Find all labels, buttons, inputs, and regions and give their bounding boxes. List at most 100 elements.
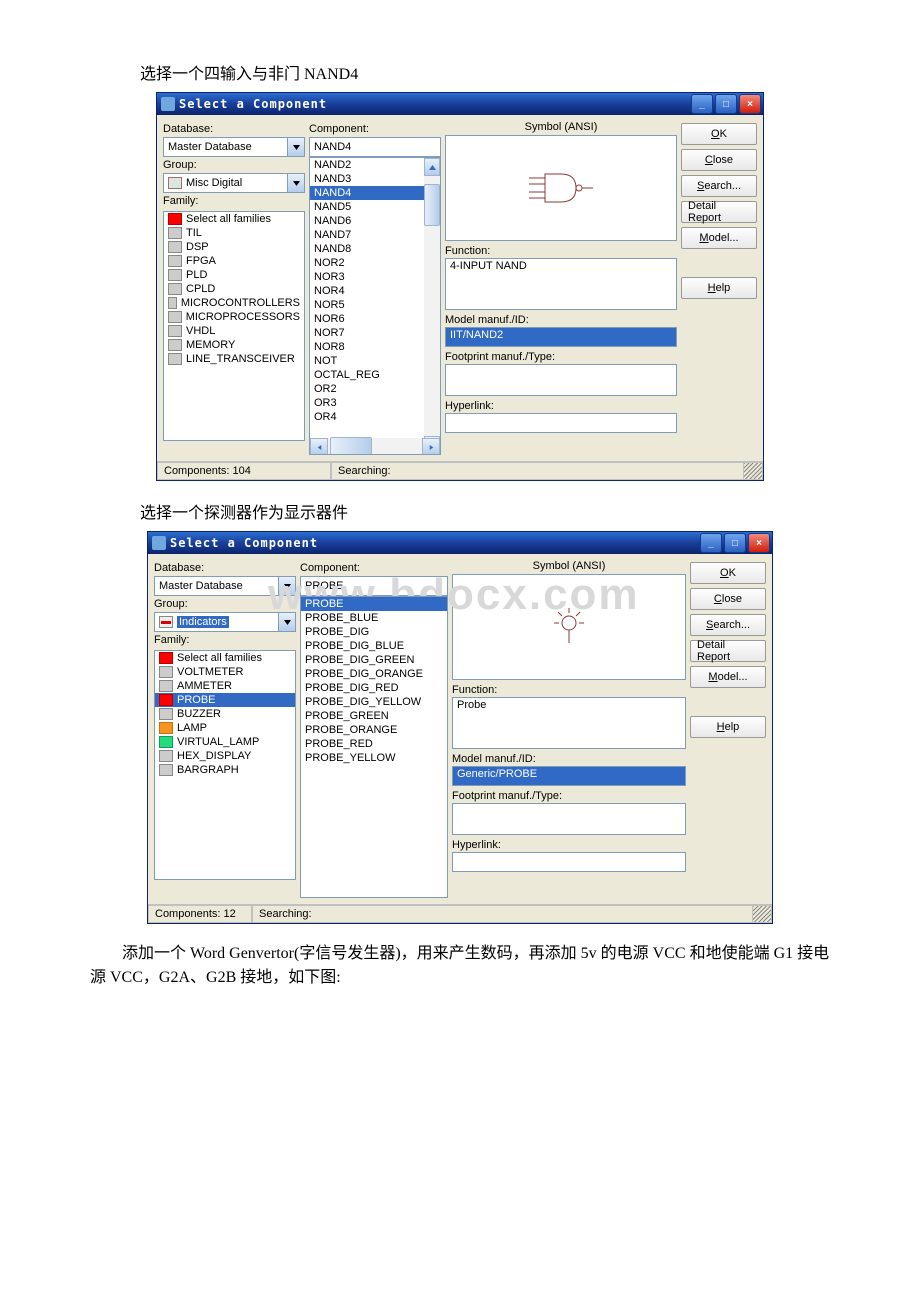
family-item[interactable]: PROBE [155, 693, 295, 707]
ok-button[interactable]: OK [690, 562, 766, 584]
component-item[interactable]: NAND3 [310, 172, 440, 186]
component-item[interactable]: NAND8 [310, 242, 440, 256]
family-item[interactable]: MICROPROCESSORS [164, 310, 304, 324]
family-item[interactable]: FPGA [164, 254, 304, 268]
family-item[interactable]: AMMETER [155, 679, 295, 693]
family-item[interactable]: BARGRAPH [155, 763, 295, 777]
component-item[interactable]: PROBE_DIG [301, 625, 447, 639]
detail-report-button[interactable]: Detail Report [681, 201, 757, 223]
footprint-box[interactable] [445, 364, 677, 396]
component-item[interactable]: NOR5 [310, 298, 440, 312]
model-button[interactable]: Model... [681, 227, 757, 249]
family-item[interactable]: PLD [164, 268, 304, 282]
component-listbox[interactable]: NAND2NAND3NAND4NAND5NAND6NAND7NAND8NOR2N… [309, 157, 441, 455]
family-item[interactable]: LINE_TRANSCEIVER [164, 352, 304, 366]
database-combo[interactable]: Master Database [154, 576, 296, 596]
component-item[interactable]: NAND7 [310, 228, 440, 242]
family-item[interactable]: DSP [164, 240, 304, 254]
family-item[interactable]: MEMORY [164, 338, 304, 352]
family-listbox[interactable]: Select all familiesTILDSPFPGAPLDCPLDMICR… [163, 211, 305, 441]
titlebar[interactable]: Select a Component _ □ × [148, 532, 772, 554]
chevron-down-icon[interactable] [278, 613, 295, 631]
component-item[interactable]: NOR8 [310, 340, 440, 354]
maximize-button[interactable]: □ [715, 94, 737, 114]
model-box[interactable]: IIT/NAND2 [445, 327, 677, 347]
family-item[interactable]: VIRTUAL_LAMP [155, 735, 295, 749]
scrollbar-v[interactable] [424, 158, 440, 454]
maximize-button[interactable]: □ [724, 533, 746, 553]
component-item[interactable]: OCTAL_REG [310, 368, 440, 382]
component-item[interactable]: PROBE_DIG_RED [301, 681, 447, 695]
database-combo[interactable]: Master Database [163, 137, 305, 157]
family-item[interactable]: VOLTMETER [155, 665, 295, 679]
minimize-button[interactable]: _ [691, 94, 713, 114]
component-item[interactable]: NAND6 [310, 214, 440, 228]
family-item[interactable]: LAMP [155, 721, 295, 735]
chevron-down-icon[interactable] [278, 577, 295, 595]
component-item[interactable]: OR2 [310, 382, 440, 396]
component-input[interactable] [300, 576, 448, 596]
close-button[interactable]: Close [690, 588, 766, 610]
component-item[interactable]: PROBE_GREEN [301, 709, 447, 723]
group-combo[interactable]: Indicators [154, 612, 296, 632]
component-item[interactable]: PROBE_ORANGE [301, 723, 447, 737]
help-button[interactable]: Help [681, 277, 757, 299]
family-item[interactable]: Select all families [164, 212, 304, 226]
resize-grip[interactable] [753, 905, 772, 923]
component-input[interactable] [309, 137, 441, 157]
component-item[interactable]: NOR6 [310, 312, 440, 326]
minimize-button[interactable]: _ [700, 533, 722, 553]
scroll-right-icon[interactable] [422, 438, 440, 455]
family-item[interactable]: Select all families [155, 651, 295, 665]
hyperlink-box[interactable] [445, 413, 677, 433]
component-item[interactable]: NOR7 [310, 326, 440, 340]
search-button[interactable]: Search... [690, 614, 766, 636]
detail-report-button[interactable]: Detail Report [690, 640, 766, 662]
ok-button[interactable]: OOKK [681, 123, 757, 145]
component-item[interactable]: PROBE_DIG_BLUE [301, 639, 447, 653]
component-item[interactable]: NOR3 [310, 270, 440, 284]
group-combo[interactable]: Misc Digital [163, 173, 305, 193]
component-item[interactable]: OR4 [310, 410, 440, 424]
family-item[interactable]: CPLD [164, 282, 304, 296]
search-button[interactable]: Search... [681, 175, 757, 197]
component-item[interactable]: PROBE [301, 597, 447, 611]
scroll-thumb[interactable] [330, 437, 372, 455]
component-item[interactable]: PROBE_DIG_GREEN [301, 653, 447, 667]
component-item[interactable]: NAND2 [310, 158, 440, 172]
family-item[interactable]: BUZZER [155, 707, 295, 721]
model-button[interactable]: Model... [690, 666, 766, 688]
model-box[interactable]: Generic/PROBE [452, 766, 686, 786]
scroll-thumb[interactable] [424, 184, 440, 226]
family-item[interactable]: HEX_DISPLAY [155, 749, 295, 763]
component-item[interactable]: NOR4 [310, 284, 440, 298]
component-item[interactable]: OR3 [310, 396, 440, 410]
family-listbox[interactable]: Select all familiesVOLTMETERAMMETERPROBE… [154, 650, 296, 880]
scroll-left-icon[interactable] [310, 438, 328, 455]
resize-grip[interactable] [744, 462, 763, 480]
chevron-down-icon[interactable] [287, 138, 304, 156]
component-item[interactable]: NAND5 [310, 200, 440, 214]
component-item[interactable]: PROBE_RED [301, 737, 447, 751]
footprint-box[interactable] [452, 803, 686, 835]
component-item[interactable]: PROBE_DIG_ORANGE [301, 667, 447, 681]
close-button[interactable]: × [739, 94, 761, 114]
component-item[interactable]: NOR2 [310, 256, 440, 270]
component-listbox[interactable]: PROBEPROBE_BLUEPROBE_DIGPROBE_DIG_BLUEPR… [300, 596, 448, 898]
component-item[interactable]: PROBE_YELLOW [301, 751, 447, 765]
close-button[interactable]: × [748, 533, 770, 553]
chevron-down-icon[interactable] [287, 174, 304, 192]
component-item[interactable]: NOT [310, 354, 440, 368]
hyperlink-box[interactable] [452, 852, 686, 872]
component-item[interactable]: NAND4 [310, 186, 440, 200]
family-item[interactable]: VHDL [164, 324, 304, 338]
family-item[interactable]: TIL [164, 226, 304, 240]
scroll-up-icon[interactable] [424, 158, 440, 176]
component-item[interactable]: PROBE_DIG_YELLOW [301, 695, 447, 709]
help-button[interactable]: Help [690, 716, 766, 738]
scrollbar-h[interactable] [310, 438, 440, 454]
component-item[interactable]: PROBE_BLUE [301, 611, 447, 625]
close-button[interactable]: Close [681, 149, 757, 171]
titlebar[interactable]: Select a Component _ □ × [157, 93, 763, 115]
family-item[interactable]: MICROCONTROLLERS [164, 296, 304, 310]
